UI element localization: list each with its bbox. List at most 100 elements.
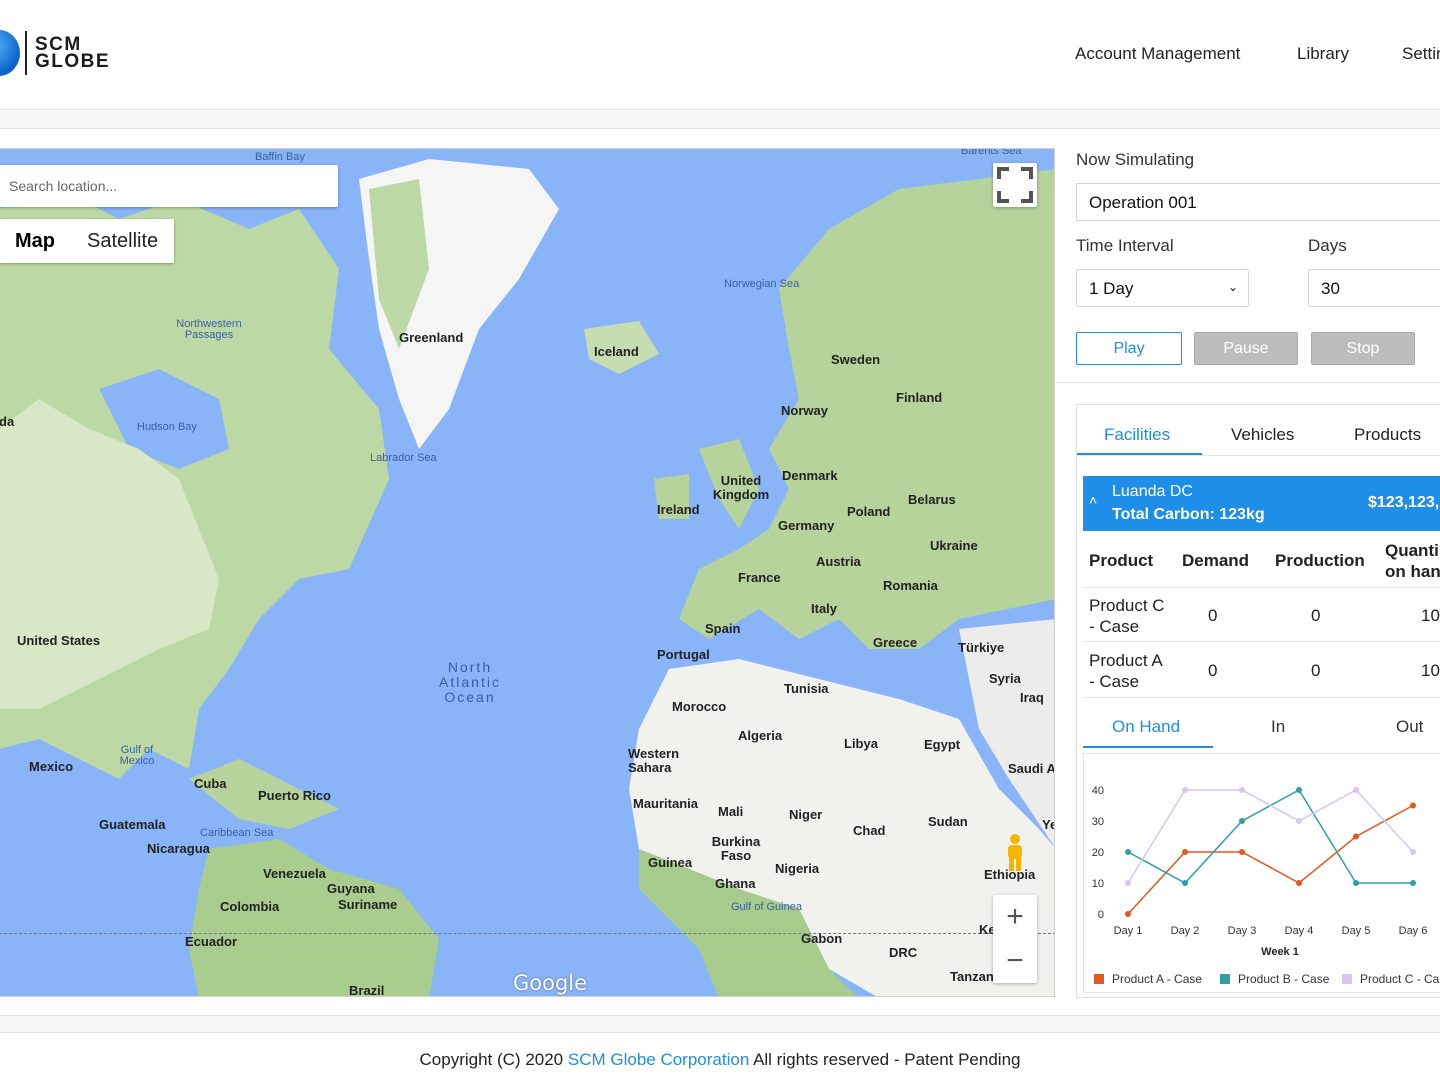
operation-field[interactable]: Operation 001 (1076, 183, 1440, 221)
facility-header[interactable]: ˄ Luanda DC Total Carbon: 123kg $123,123… (1083, 476, 1440, 531)
time-interval-select[interactable]: 1 Day ⌄ (1076, 269, 1249, 307)
country-label: France (738, 570, 781, 585)
footer-copyright: Copyright (C) 2020 (419, 1050, 568, 1069)
now-simulating-label: Now Simulating (1076, 150, 1195, 169)
country-label: Egypt (924, 737, 961, 752)
map-type-satellite-button[interactable]: Satellite (71, 219, 174, 263)
zoom-in-button[interactable]: + (993, 895, 1037, 939)
pause-button[interactable]: Pause (1194, 332, 1298, 365)
production-value: 0 (1311, 661, 1321, 680)
col-demand: Demand (1182, 551, 1250, 570)
country-label: Venezuela (263, 866, 326, 881)
legend-swatch (1094, 974, 1104, 984)
quantity-value: 100 (1421, 606, 1440, 625)
pegman-icon[interactable] (1003, 833, 1027, 873)
sea-label: Gulf of Mexico (119, 744, 155, 767)
logo-line-2: GLOBE (35, 51, 111, 72)
time-interval-label: Time Interval (1076, 236, 1174, 255)
tab-vehicles[interactable]: Vehicles (1231, 425, 1294, 445)
tab-facilities[interactable]: Facilities (1104, 425, 1170, 445)
line-chart-svg: 0 10 20 30 40 Day 1 Day 2 Day 3 Day 4 Day 5 Day 6 W… (1092, 785, 1440, 986)
country-label: Nigeria (775, 861, 820, 876)
country-label: Burkina Faso (711, 834, 761, 863)
country-label: Sudan (928, 814, 968, 829)
legend-label: Product A - Case (1112, 972, 1202, 986)
scm-globe-logo[interactable]: SCM GLOBE (0, 30, 110, 76)
sea-label: Caribbean Sea (200, 827, 274, 839)
country-label: Germany (778, 518, 835, 533)
country-label: Mali (718, 804, 744, 819)
fullscreen-icon (997, 167, 1033, 203)
data-point (1182, 849, 1188, 855)
days-input[interactable]: 30 (1308, 269, 1440, 307)
legend-label: Product C - Ca (1360, 972, 1440, 986)
series-line (1127, 789, 1414, 884)
country-label: Guinea (648, 855, 693, 870)
chevron-up-icon[interactable]: ˄ (1089, 492, 1097, 508)
country-label: Türkiye (958, 640, 1005, 655)
data-point (1182, 880, 1188, 886)
y-tick-label: 40 (1092, 785, 1104, 797)
product-unit: - Case (1089, 617, 1140, 636)
equator-line (0, 933, 1054, 934)
subtab-on-hand[interactable]: On Hand (1112, 717, 1180, 737)
country-label: Algeria (738, 728, 783, 743)
nav-settings[interactable]: Settin (1402, 44, 1440, 64)
x-tick-label: Day 3 (1228, 925, 1257, 937)
sea-label: Baffin Bay (255, 151, 305, 163)
y-tick-label: 30 (1092, 816, 1104, 828)
country-label: Romania (883, 578, 938, 593)
ocean-label: North Atlantic Ocean (439, 659, 501, 705)
country-label: Tunisia (784, 681, 829, 696)
country-label: Saudi A (1008, 761, 1055, 776)
details-card: Facilities Vehicles Products ˄ Luanda DC… (1076, 404, 1440, 998)
nav-account-management[interactable]: Account Management (1075, 44, 1240, 64)
country-label: Ireland (657, 502, 700, 517)
map-type-control: Map Satellite (0, 219, 175, 263)
x-tick-label: Day 4 (1285, 925, 1314, 937)
table-row-product: Product C - Case (1089, 595, 1165, 637)
country-label: Western Sahara (628, 746, 680, 775)
logo-divider (25, 31, 27, 75)
play-button[interactable]: Play (1076, 332, 1182, 365)
subtab-out[interactable]: Out (1396, 717, 1423, 737)
stop-button[interactable]: Stop (1311, 332, 1415, 365)
sea-label: Gulf of Guinea (731, 901, 802, 913)
data-point (1125, 880, 1131, 886)
nav-library[interactable]: Library (1297, 44, 1349, 64)
y-tick-label: 10 (1092, 878, 1104, 890)
search-location-input[interactable]: Search location... (0, 165, 338, 207)
country-label: da (0, 414, 15, 429)
footer-company-link[interactable]: SCM Globe Corporation (568, 1050, 749, 1069)
section-divider (1056, 382, 1440, 383)
country-label: Gabon (801, 931, 843, 946)
row-divider (1083, 641, 1440, 642)
map-type-map-button[interactable]: Map (0, 219, 71, 263)
country-label: Greece (873, 635, 918, 650)
subtab-active-indicator (1083, 746, 1213, 748)
zoom-out-button[interactable]: − (993, 939, 1037, 983)
row-divider (1083, 587, 1440, 588)
y-tick-label: 20 (1092, 847, 1104, 859)
y-tick-label: 0 (1098, 909, 1104, 921)
country-label: United Kingdom (712, 473, 770, 502)
data-point (1353, 833, 1359, 840)
country-label: Puerto Rico (258, 788, 331, 803)
footer: Copyright (C) 2020 SCM Globe Corporation… (0, 1050, 1440, 1070)
data-point (1182, 787, 1188, 793)
country-label: Colombia (220, 899, 280, 914)
table-row-product: Product A - Case (1089, 650, 1163, 692)
fullscreen-button[interactable] (993, 163, 1037, 207)
days-label: Days (1308, 236, 1347, 255)
on-hand-chart: 0 10 20 30 40 Day 1 Day 2 Day 3 Day 4 Day 5 Day 6 W… (1083, 753, 1440, 993)
x-tick-label: Day 1 (1114, 925, 1143, 937)
data-point (1125, 849, 1131, 855)
country-label: Sweden (831, 352, 881, 367)
country-label: Poland (847, 504, 891, 519)
tab-products[interactable]: Products (1354, 425, 1421, 445)
subtab-in[interactable]: In (1271, 717, 1285, 737)
data-point (1296, 818, 1302, 824)
simulation-panel: Now Simulating Operation 001 Time Interv… (1056, 130, 1440, 1015)
map-view[interactable]: Baffin Bay Barents Sea Norwegian Sea Nor… (0, 148, 1055, 997)
data-point (1296, 880, 1302, 886)
